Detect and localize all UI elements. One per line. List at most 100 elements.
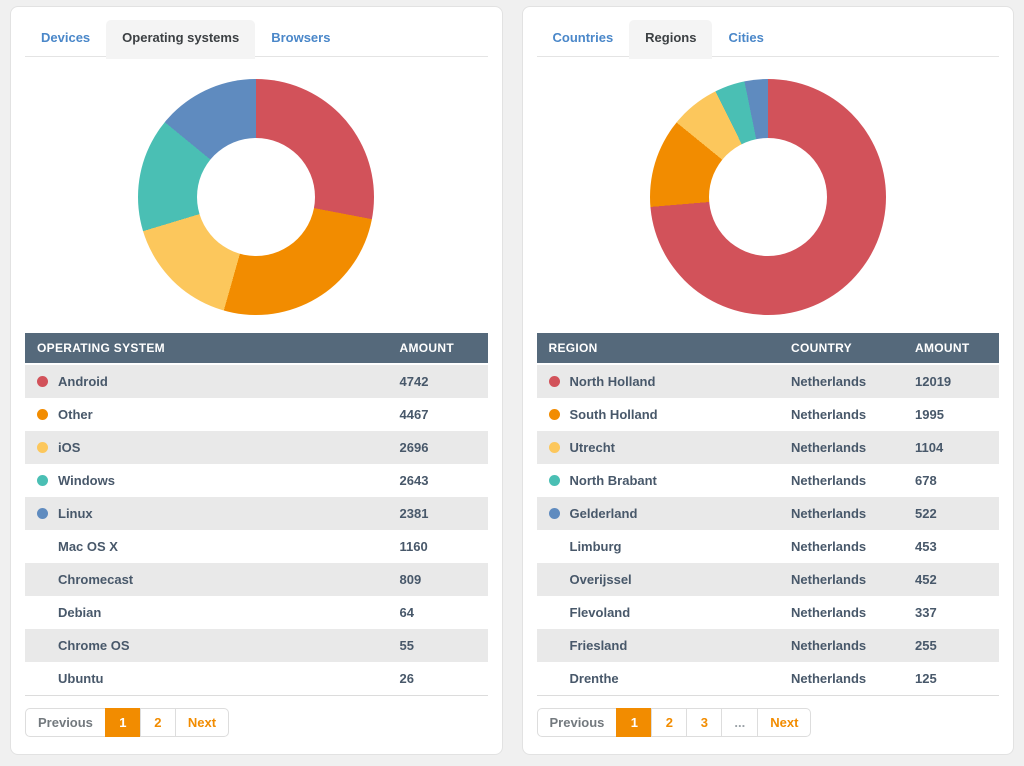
series-color-dot [549, 409, 560, 420]
cell-country: Netherlands [779, 662, 903, 696]
dot-spacer [37, 541, 48, 552]
panel-operating-systems: DevicesOperating systemsBrowsers OPERATI… [10, 6, 503, 755]
cell-amount: 125 [903, 662, 999, 696]
cell-amount: 809 [388, 563, 488, 596]
tab-browsers[interactable]: Browsers [255, 20, 346, 56]
table-header: REGIONCOUNTRYAMOUNT [537, 333, 1000, 364]
cell-country: Netherlands [779, 530, 903, 563]
panel-regions: CountriesRegionsCities REGIONCOUNTRYAMOU… [522, 6, 1015, 755]
row-label: North Holland [570, 374, 656, 389]
table-row: FlevolandNetherlands337 [537, 596, 1000, 629]
page-1[interactable]: 1 [105, 708, 141, 737]
column-header-region: REGION [537, 333, 780, 364]
table-row: North BrabantNetherlands678 [537, 464, 1000, 497]
cell-label: Drenthe [537, 662, 780, 696]
operating-systems-table: OPERATING SYSTEMAMOUNT Android4742Other4… [25, 333, 488, 696]
page-next[interactable]: Next [175, 708, 229, 737]
tab-regions[interactable]: Regions [629, 20, 712, 59]
cell-amount: 1995 [903, 398, 999, 431]
table-row: Debian 64 [25, 596, 488, 629]
table-row: Ubuntu 26 [25, 662, 488, 696]
cell-country: Netherlands [779, 364, 903, 398]
row-label: South Holland [570, 407, 658, 422]
page-next[interactable]: Next [757, 708, 811, 737]
cell-amount: 2381 [388, 497, 488, 530]
table-row: Chromecast809 [25, 563, 488, 596]
row-label: Linux [58, 506, 93, 521]
cell-label: Debian [25, 596, 388, 629]
row-label: iOS [58, 440, 80, 455]
regions-donut-chart[interactable] [650, 79, 886, 315]
series-color-dot [37, 442, 48, 453]
tab-devices[interactable]: Devices [25, 20, 106, 56]
cell-country: Netherlands [779, 497, 903, 530]
regions-table: REGIONCOUNTRYAMOUNT North Holland Netherl… [537, 333, 1000, 696]
table-row: iOS2696 [25, 431, 488, 464]
cell-label: Gelderland [537, 497, 780, 530]
row-label: Utrecht [570, 440, 616, 455]
dot-spacer [37, 607, 48, 618]
tab-cities[interactable]: Cities [712, 20, 779, 56]
cell-label: Windows [25, 464, 388, 497]
table-row: Utrecht Netherlands1104 [537, 431, 1000, 464]
row-label: Debian [58, 605, 101, 620]
cell-amount: 64 [388, 596, 488, 629]
cell-country: Netherlands [779, 563, 903, 596]
table-row: Linux 2381 [25, 497, 488, 530]
cell-label: North Holland [537, 364, 780, 398]
table-row: Windows 2643 [25, 464, 488, 497]
dot-spacer [37, 574, 48, 585]
regions-tab-bar: CountriesRegionsCities [537, 20, 1000, 57]
cell-amount: 2643 [388, 464, 488, 497]
series-color-dot [37, 376, 48, 387]
cell-country: Netherlands [779, 464, 903, 497]
row-label: Limburg [570, 539, 622, 554]
cell-amount: 522 [903, 497, 999, 530]
row-label: Flevoland [570, 605, 631, 620]
table-row: Gelderland Netherlands522 [537, 497, 1000, 530]
cell-label: Mac OS X [25, 530, 388, 563]
dot-spacer [549, 574, 560, 585]
table-row: OverijsselNetherlands452 [537, 563, 1000, 596]
dot-spacer [549, 607, 560, 618]
row-label: Gelderland [570, 506, 638, 521]
cell-label: Flevoland [537, 596, 780, 629]
cell-label: Other [25, 398, 388, 431]
page-previous[interactable]: Previous [25, 708, 106, 737]
tab-countries[interactable]: Countries [537, 20, 630, 56]
table-row: Chrome OS55 [25, 629, 488, 662]
tab-operating-systems[interactable]: Operating systems [106, 20, 255, 59]
cell-label: Android [25, 364, 388, 398]
cell-amount: 4742 [388, 364, 488, 398]
cell-label: Limburg [537, 530, 780, 563]
cell-label: Chrome OS [25, 629, 388, 662]
cell-amount: 1104 [903, 431, 999, 464]
page-1[interactable]: 1 [616, 708, 652, 737]
series-color-dot [37, 508, 48, 519]
cell-amount: 1160 [388, 530, 488, 563]
column-header-amount: AMOUNT [903, 333, 999, 364]
table-row: South HollandNetherlands1995 [537, 398, 1000, 431]
dot-spacer [549, 640, 560, 651]
row-label: Drenthe [570, 671, 619, 686]
cell-label: South Holland [537, 398, 780, 431]
series-color-dot [37, 409, 48, 420]
table-row: Other4467 [25, 398, 488, 431]
cell-label: North Brabant [537, 464, 780, 497]
row-label: North Brabant [570, 473, 657, 488]
cell-amount: 337 [903, 596, 999, 629]
cell-country: Netherlands [779, 431, 903, 464]
row-label: Ubuntu [58, 671, 103, 686]
table-row: Mac OS X1160 [25, 530, 488, 563]
operating-systems-donut-chart[interactable] [138, 79, 374, 315]
cell-country: Netherlands [779, 629, 903, 662]
page-2[interactable]: 2 [651, 708, 687, 737]
page-previous[interactable]: Previous [537, 708, 618, 737]
cell-label: Overijssel [537, 563, 780, 596]
cell-amount: 26 [388, 662, 488, 696]
page-3[interactable]: 3 [686, 708, 722, 737]
page-2[interactable]: 2 [140, 708, 176, 737]
operating-systems-chart-area [25, 61, 488, 333]
cell-label: Utrecht [537, 431, 780, 464]
row-label: Windows [58, 473, 115, 488]
